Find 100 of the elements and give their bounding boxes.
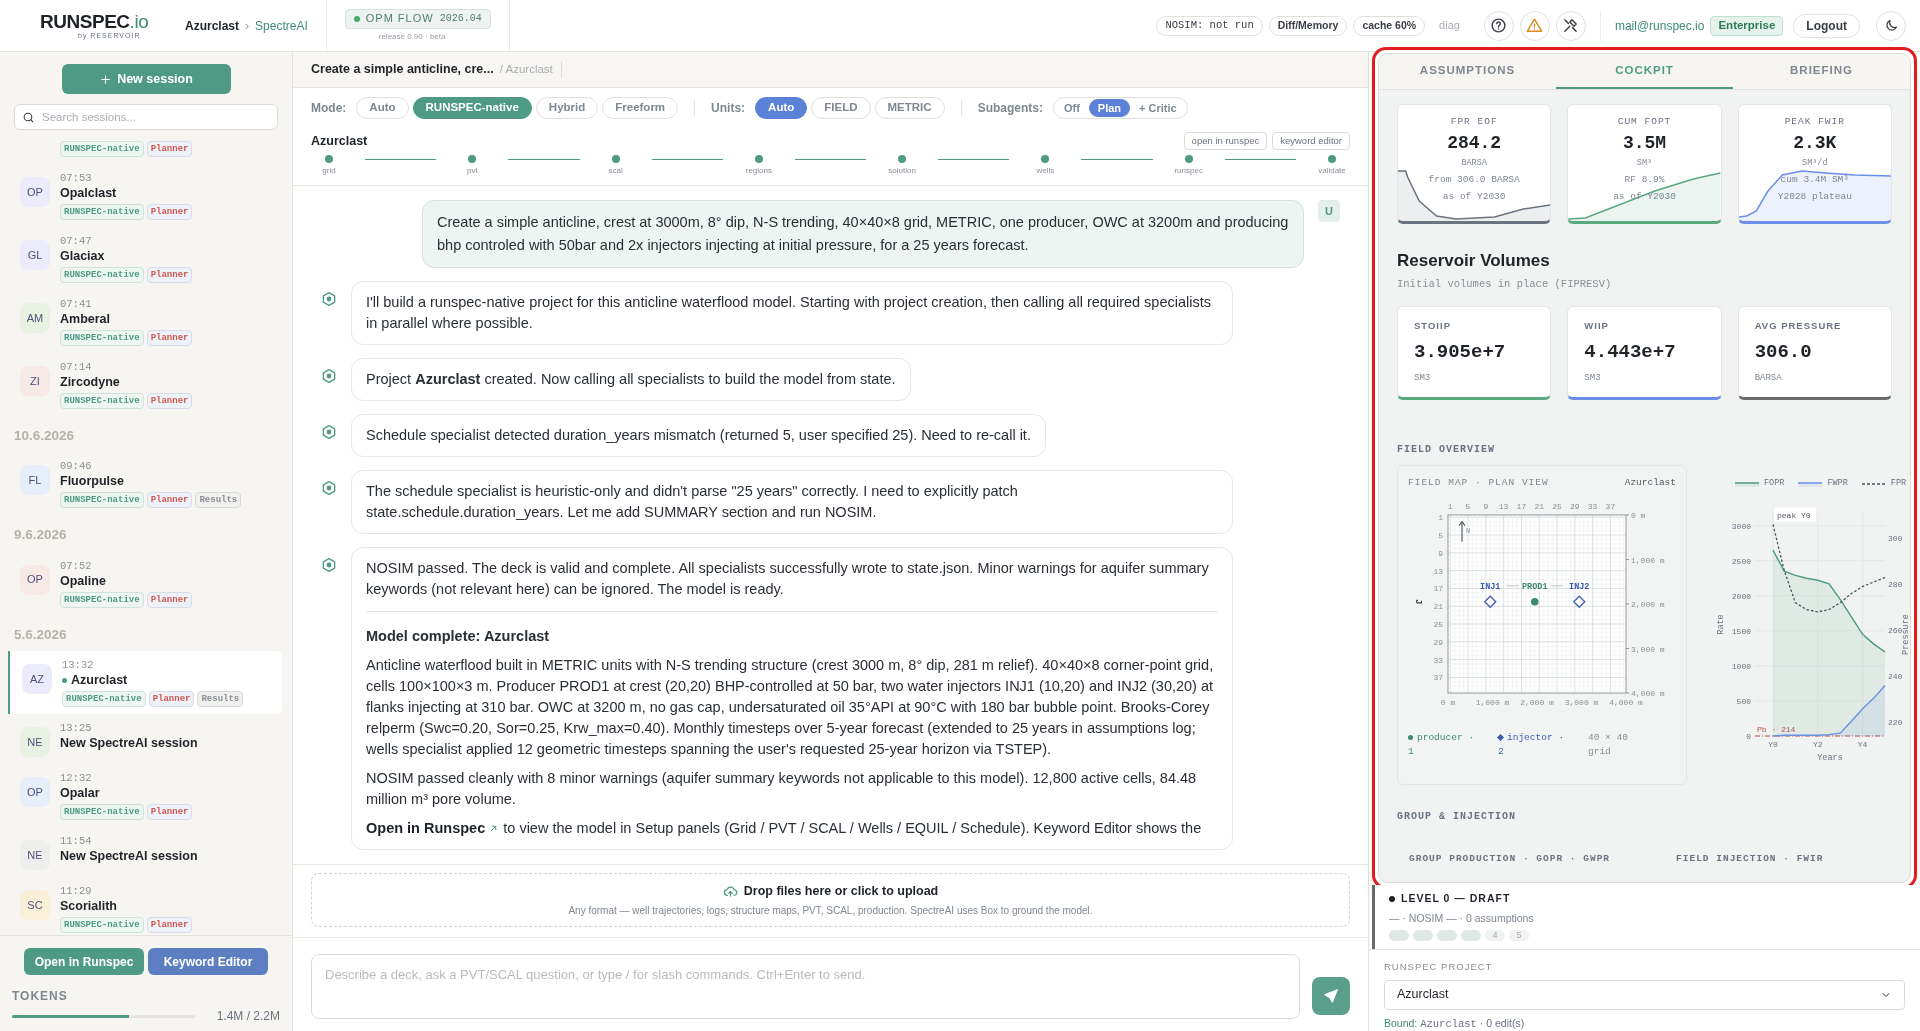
session-item[interactable]: AM 07:41 Amberal RUNSPEC-native Planner bbox=[8, 290, 282, 353]
session-item[interactable]: RUNSPEC-native Planner bbox=[8, 132, 282, 164]
option-pill[interactable]: Freeform bbox=[602, 97, 679, 119]
session-name[interactable]: Opalclast bbox=[60, 185, 117, 202]
session-avatar: AZ bbox=[22, 663, 52, 694]
session-time: 13:25 bbox=[60, 720, 93, 735]
session-time: 11:54 bbox=[60, 833, 93, 848]
session-name[interactable]: Opalar bbox=[60, 784, 100, 802]
status-chip[interactable]: Diff/Memory bbox=[1268, 15, 1348, 36]
axis-tick-label: 29 bbox=[1570, 501, 1580, 511]
kpi-label: PEAK FWIR bbox=[1784, 115, 1845, 129]
logout-button[interactable]: Logout bbox=[1793, 13, 1860, 38]
axis-title: Rate bbox=[1716, 614, 1726, 635]
session-item[interactable]: OP 07:53 Opalclast RUNSPEC-native Planner bbox=[8, 164, 282, 227]
volume-unit: SM3 bbox=[1584, 372, 1602, 385]
session-name[interactable]: Azurclast bbox=[71, 671, 128, 689]
injector-marker bbox=[1572, 594, 1586, 608]
session-time: 11:29 bbox=[60, 883, 93, 898]
session-name[interactable]: Scorialith bbox=[60, 897, 117, 915]
level-status: — · NOSIM — · 0 assumptions bbox=[1389, 910, 1535, 926]
send-icon bbox=[1323, 988, 1339, 1004]
session-item[interactable]: NE 13:25 New SpectreAI session bbox=[8, 713, 282, 764]
field-label: RUNSPEC PROJECT bbox=[1384, 959, 1494, 974]
send-button[interactable] bbox=[1312, 977, 1350, 1015]
axis-tick-label: 21 bbox=[1433, 601, 1443, 611]
session-item[interactable]: OP 12:32 Opalar RUNSPEC-native Planner bbox=[8, 763, 282, 827]
help-button[interactable] bbox=[1483, 10, 1514, 41]
session-item[interactable]: OP 07:52 Opaline RUNSPEC-native Planner bbox=[8, 551, 282, 615]
session-item[interactable]: SC 11:29 Scorialith RUNSPEC-native Planner bbox=[8, 876, 282, 935]
breadcrumb-link[interactable]: SpectreAI bbox=[255, 16, 308, 35]
progress-connector bbox=[508, 158, 580, 160]
option-pill[interactable]: METRIC bbox=[874, 97, 945, 119]
option-pill[interactable]: Auto bbox=[755, 97, 808, 119]
session-item[interactable]: FL 09:46 Fluorpulse RUNSPEC-native Planner Results bbox=[8, 452, 282, 516]
grid-size-label: 40 × 40 grid bbox=[1588, 730, 1629, 759]
progress-connector bbox=[938, 158, 1010, 160]
session-tag: Results bbox=[197, 690, 244, 707]
warning-button[interactable] bbox=[1519, 10, 1550, 41]
session-tag: Planner bbox=[146, 916, 193, 933]
session-item[interactable]: AZ 13:32 Azurclast RUNSPEC-native Planner Results bbox=[8, 650, 282, 714]
map-project: Azurclast bbox=[1624, 476, 1676, 491]
session-tag: RUNSPEC-native bbox=[60, 591, 144, 608]
search-field[interactable]: Search sessions... bbox=[14, 104, 278, 130]
pipeline-button[interactable]: keyword editor bbox=[1272, 132, 1350, 151]
session-item[interactable]: GL 07:47 Glaciax RUNSPEC-native Planner bbox=[8, 227, 282, 290]
axis-tick-label: 13 bbox=[1498, 501, 1509, 511]
kpi-note: RF 8.9% bbox=[1624, 173, 1665, 187]
section-heading: FIELD OVERVIEW bbox=[1397, 443, 1496, 458]
pipeline-button[interactable]: open in runspec bbox=[1183, 132, 1268, 151]
session-tag: RUNSPEC-native bbox=[60, 916, 144, 933]
project-select[interactable]: Azurclast bbox=[1384, 979, 1905, 1010]
axis-tick-label: 21 bbox=[1534, 501, 1545, 511]
volume-value: 4.443e+7 bbox=[1584, 339, 1677, 365]
axis-tick-label: 3000 bbox=[1731, 521, 1751, 531]
map-title: FIELD MAP · PLAN VIEW bbox=[1408, 476, 1549, 491]
kpi-label: FPR EOF bbox=[1450, 115, 1498, 129]
session-name[interactable]: Amberal bbox=[60, 311, 111, 328]
message-paragraph: I'll build a runspec-native project for this anticline waterflood model. Starting with project creation, then calling all required specialists in parallel where possible. bbox=[366, 292, 1212, 333]
legend-swatch bbox=[1798, 480, 1823, 487]
session-name[interactable]: Fluorpulse bbox=[60, 473, 124, 491]
axis-tick-label: 9 bbox=[1438, 548, 1443, 558]
session-tag: RUNSPEC-native bbox=[60, 204, 144, 220]
section-heading: GROUP & INJECTION bbox=[1397, 810, 1518, 825]
kpi-value: 284.2 bbox=[1447, 132, 1502, 156]
message-input[interactable]: Describe a deck, ask a PVT/SCAL question, or type / for slash commands. Ctrl+Enter to send. bbox=[311, 954, 1300, 1019]
account-email[interactable]: mail@runspec.io bbox=[1614, 16, 1705, 35]
hexagon-icon bbox=[321, 556, 337, 573]
action-button[interactable]: Keyword Editor bbox=[148, 948, 268, 975]
engine-version: 2026.04 bbox=[439, 12, 482, 26]
option-pill[interactable]: FIELD bbox=[811, 97, 871, 119]
session-name[interactable]: Zircodyne bbox=[60, 374, 120, 391]
legend-count: 1 bbox=[1408, 744, 1415, 759]
breadcrumb-project: Azurclast bbox=[185, 17, 240, 35]
section-subtitle: Initial volumes in place (FIPRESV) bbox=[1397, 276, 1613, 292]
session-title: Create a simple anticline, cre... bbox=[311, 61, 494, 79]
upload-dropzone[interactable]: Drop files here or click to upload Any format — well trajectories, logs, structure maps, PVT, SCAL, production. SpectreAI uses Box to ground the model. bbox=[311, 873, 1350, 927]
session-name[interactable]: New SpectreAI session bbox=[60, 734, 198, 752]
open-in-runspec-link[interactable]: Open in Runspec bbox=[366, 817, 500, 839]
session-name[interactable]: New SpectreAI session bbox=[60, 847, 198, 865]
option-pill[interactable]: Hybrid bbox=[535, 97, 599, 119]
option-pill[interactable]: Auto bbox=[356, 97, 409, 119]
tools-button[interactable] bbox=[1555, 10, 1586, 41]
distance-label: 3,000 m bbox=[1631, 644, 1665, 653]
session-time: 09:46 bbox=[60, 459, 93, 474]
axis-tick-label: 37 bbox=[1433, 672, 1443, 682]
axis-tick-label: 17 bbox=[1516, 501, 1527, 511]
session-item[interactable]: ZI 07:14 Zircodyne RUNSPEC-native Planner bbox=[8, 353, 282, 416]
session-name[interactable]: Opaline bbox=[60, 572, 106, 590]
axis-tick-label: 1 bbox=[1447, 501, 1453, 511]
distance-label: 4,000 m bbox=[1631, 688, 1665, 698]
status-chip[interactable]: cache 60% bbox=[1353, 15, 1426, 36]
session-item[interactable]: NE 11:54 New SpectreAI session bbox=[8, 826, 282, 877]
status-chip[interactable]: NOSIM: not run bbox=[1156, 15, 1263, 36]
session-avatar: OP bbox=[20, 177, 50, 207]
legend-label: FOPR bbox=[1764, 477, 1785, 490]
session-name[interactable]: Glaciax bbox=[60, 248, 105, 265]
date-heading: 10.6.2026 bbox=[13, 427, 76, 445]
well-label: PROD1 bbox=[1522, 581, 1548, 592]
toggle-option[interactable]: Plan bbox=[1088, 99, 1131, 117]
session-time: 07:53 bbox=[60, 171, 93, 185]
